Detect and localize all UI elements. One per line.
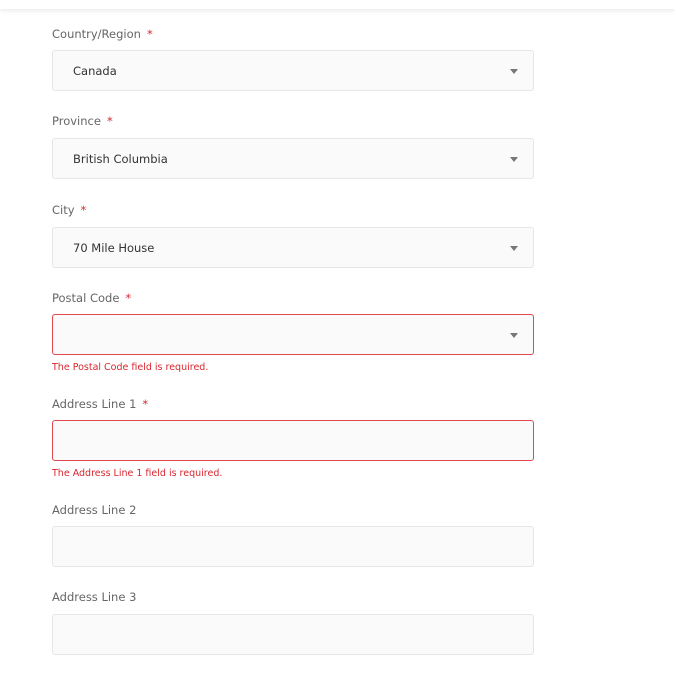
country-select[interactable]: Canada — [52, 50, 534, 91]
city-select[interactable]: 70 Mile House — [52, 227, 534, 268]
province-label: Province * — [52, 114, 113, 128]
province-value: British Columbia — [73, 152, 168, 166]
top-bar — [0, 0, 675, 9]
province-select[interactable]: British Columbia — [52, 138, 534, 179]
address-line-1-error: The Address Line 1 field is required. — [52, 468, 223, 479]
chevron-down-icon — [510, 333, 518, 338]
chevron-down-icon — [510, 69, 518, 74]
postal-code-error: The Postal Code field is required. — [52, 362, 209, 373]
country-value: Canada — [73, 64, 117, 78]
chevron-down-icon — [510, 246, 518, 251]
city-label: City * — [52, 203, 87, 217]
address-line-3-input[interactable] — [52, 614, 534, 655]
city-value: 70 Mile House — [73, 241, 155, 255]
chevron-down-icon — [510, 157, 518, 162]
address-line-3-label: Address Line 3 — [52, 590, 137, 604]
address-line-1-label: Address Line 1 * — [52, 397, 149, 411]
address-line-2-label: Address Line 2 — [52, 503, 137, 517]
address-line-2-input[interactable] — [52, 526, 534, 567]
postal-code-select[interactable] — [52, 314, 534, 355]
postal-code-label: Postal Code * — [52, 291, 132, 305]
address-line-1-input[interactable] — [52, 420, 534, 461]
country-label: Country/Region * — [52, 27, 153, 41]
